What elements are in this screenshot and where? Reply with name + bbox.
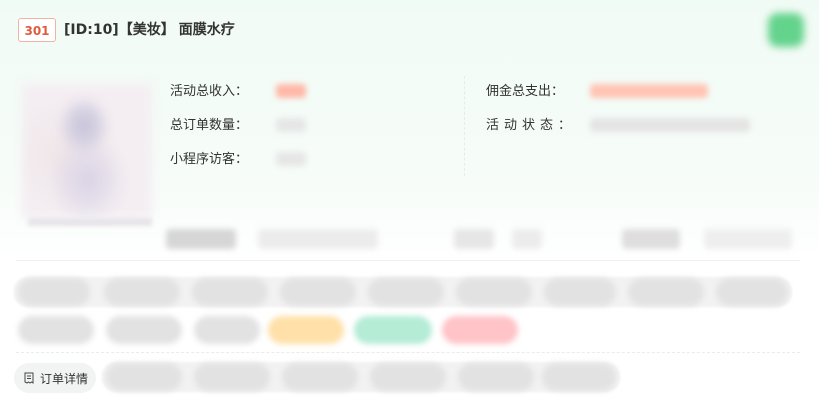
total-commission-value [590, 84, 708, 98]
action-button[interactable] [106, 316, 182, 344]
action-button[interactable] [18, 278, 90, 306]
product-image-caption [28, 218, 152, 226]
action-button[interactable] [544, 278, 616, 306]
product-name: 面膜水疗 [178, 22, 235, 38]
total-revenue-label: 活动总收入： [170, 84, 249, 99]
info-row-item [166, 229, 236, 249]
action-button[interactable] [194, 316, 260, 344]
action-button[interactable] [628, 278, 704, 306]
action-button-danger[interactable] [442, 316, 518, 344]
action-button[interactable] [106, 363, 182, 391]
action-button[interactable] [716, 278, 788, 306]
action-corner-button[interactable] [768, 13, 804, 47]
action-button-warning[interactable] [268, 316, 344, 344]
info-row-item [258, 229, 378, 249]
activity-id-category: [ID:10]【美妆】 [64, 22, 175, 38]
activity-card: 301 [ID:10]【美妆】 面膜水疗 活动总收入： 总订单数量： 小程序访客：… [0, 0, 819, 419]
action-button[interactable] [542, 363, 616, 391]
mini-program-visitors-label: 小程序访客： [170, 152, 249, 167]
order-detail-label: 订单详情 [40, 371, 89, 386]
activity-status-value [590, 118, 750, 132]
activity-number-badge: 301 [18, 18, 56, 42]
total-commission-label: 佣金总支出： [486, 84, 565, 99]
info-row-item [704, 229, 792, 249]
receipt-icon [23, 372, 35, 384]
action-button[interactable] [282, 363, 358, 391]
stats-divider [464, 76, 465, 176]
action-button-success[interactable] [354, 316, 432, 344]
action-button[interactable] [104, 278, 180, 306]
mini-program-visitors-value [276, 152, 306, 166]
action-button[interactable] [280, 278, 356, 306]
actions-divider [16, 352, 800, 353]
info-row-item [454, 229, 494, 249]
info-row-item [622, 229, 680, 249]
action-button[interactable] [370, 363, 446, 391]
section-divider [16, 260, 800, 261]
action-button[interactable] [458, 363, 534, 391]
action-button[interactable] [192, 278, 268, 306]
total-revenue-value [276, 84, 306, 98]
activity-title: [ID:10]【美妆】 面膜水疗 [64, 20, 235, 40]
activity-status-label: 活动状态： [486, 118, 577, 133]
action-button[interactable] [368, 278, 444, 306]
action-button[interactable] [456, 278, 532, 306]
action-button[interactable] [194, 363, 270, 391]
total-orders-value [276, 118, 306, 132]
info-row-item [512, 229, 542, 249]
total-orders-label: 总订单数量： [170, 118, 249, 133]
product-image [22, 84, 152, 218]
action-button[interactable] [18, 316, 94, 344]
order-detail-button[interactable]: 订单详情 [14, 363, 96, 393]
